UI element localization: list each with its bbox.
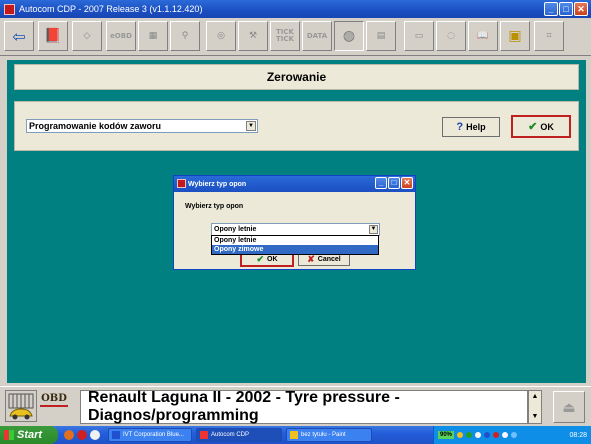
quick-launch-browser-icon[interactable] xyxy=(77,430,87,440)
vehicle-info: Renault Laguna II - 2002 - Tyre pressure… xyxy=(80,389,528,424)
paint-icon xyxy=(290,431,298,439)
app-icon xyxy=(4,3,15,15)
system-tray: 90% 08:28 xyxy=(433,426,591,444)
bluetooth-icon xyxy=(112,431,120,439)
window-title: Autocom CDP - 2007 Release 3 (v1.1.12.42… xyxy=(19,4,203,14)
help-button[interactable]: ? Help xyxy=(442,117,500,137)
cd-icon[interactable]: ◌ xyxy=(436,21,466,51)
start-label: Start xyxy=(17,429,43,441)
network-icon[interactable] xyxy=(502,432,509,438)
quick-launch xyxy=(64,430,100,440)
manual-icon[interactable]: 📖 xyxy=(468,21,498,51)
dialog-maximize-button[interactable]: □ xyxy=(388,177,400,189)
taskbar: Start IVT Corporation Blue... Autocom CD… xyxy=(0,426,591,444)
wrench-icon[interactable]: ⚒ xyxy=(238,21,268,51)
ok-button[interactable]: ✔ OK xyxy=(511,115,571,138)
glasses-icon[interactable]: ⌗ xyxy=(534,21,564,51)
obd-logo: OBD xyxy=(40,393,68,407)
task-ivt-bluetooth[interactable]: IVT Corporation Blue... xyxy=(108,428,192,442)
keypad-icon[interactable]: ▤ xyxy=(366,21,396,51)
dialog-minimize-button[interactable]: _ xyxy=(375,177,387,189)
window-title-bar[interactable]: Autocom CDP - 2007 Release 3 (v1.1.12.42… xyxy=(0,0,591,18)
book-icon[interactable]: 📕 xyxy=(38,21,68,51)
dialog-app-icon xyxy=(177,179,186,188)
combo-dropdown-arrow-icon[interactable]: ▼ xyxy=(246,121,256,131)
controls-panel: Programowanie kodów zaworu ▼ ? Help ✔ OK xyxy=(14,101,579,151)
help-icon: ? xyxy=(456,121,464,133)
dialog-check-icon: ✔ xyxy=(256,253,265,264)
dialog-title-bar[interactable]: Wybierz typ opon _ □ ✕ xyxy=(174,176,415,192)
dialog-prompt: Wybierz typ opon xyxy=(185,203,244,210)
tyre-type-dialog: Wybierz typ opon _ □ ✕ Wybierz typ opon … xyxy=(173,175,416,270)
function-header: Zerowanie xyxy=(14,64,579,90)
dialog-ok-label: OK xyxy=(267,255,278,263)
function-combo-value: Programowanie kodów zaworu xyxy=(29,121,162,131)
volume-icon[interactable] xyxy=(511,432,518,438)
function-title: Zerowanie xyxy=(266,70,327,84)
check-icon: ✔ xyxy=(528,121,538,133)
dialog-cancel-label: Cancel xyxy=(317,255,341,263)
quick-launch-app-icon[interactable] xyxy=(64,430,74,440)
bluetooth-tray-icon[interactable] xyxy=(484,432,491,438)
eobd-icon[interactable]: eOBD xyxy=(106,21,136,51)
ok-button-label: OK xyxy=(540,121,554,132)
task-label: Autocom CDP xyxy=(211,432,250,438)
stamp-icon[interactable]: ⚲ xyxy=(170,21,200,51)
scroll-up-icon[interactable]: ▲ xyxy=(529,391,541,403)
print-stamp-icon[interactable]: ⏏ xyxy=(553,391,585,423)
vehicle-text: Renault Laguna II - 2002 - Tyre pressure… xyxy=(88,389,400,424)
tray-icon[interactable] xyxy=(493,432,500,438)
task-label: bez tytułu - Paint xyxy=(301,432,346,438)
tyre-type-dropdown-list: Opony letnie Opony zimowe xyxy=(211,235,379,255)
clock: 08:28 xyxy=(569,431,587,439)
maximize-button[interactable]: □ xyxy=(559,2,573,16)
vehicle-scroll[interactable]: ▲ ▼ xyxy=(528,390,542,424)
tire-icon[interactable]: ◍ xyxy=(334,21,364,51)
autocom-icon xyxy=(200,431,208,439)
dialog-close-button[interactable]: ✕ xyxy=(401,177,413,189)
scroll-down-icon[interactable]: ▼ xyxy=(529,411,541,423)
task-autocom[interactable]: Autocom CDP xyxy=(196,428,282,442)
main-toolbar: ⇦ 📕 ◇ eOBD ▦ ⚲ ◎ ⚒ TICK TICK DATA ◍ ▤ ▭ … xyxy=(0,18,591,56)
option-opony-zimowe[interactable]: Opony zimowe xyxy=(212,245,378,254)
ecu-icon[interactable]: ▦ xyxy=(138,21,168,51)
task-label: IVT Corporation Blue... xyxy=(123,432,184,438)
windows-flag-icon xyxy=(4,430,14,440)
dialog-title: Wybierz typ opon xyxy=(188,180,247,188)
tray-icon[interactable] xyxy=(475,432,482,438)
tyre-type-combo-value: Opony letnie xyxy=(214,226,257,233)
task-paint[interactable]: bez tytułu - Paint xyxy=(286,428,372,442)
tyre-combo-arrow-icon[interactable]: ▼ xyxy=(369,225,378,234)
tick-tick-icon[interactable]: TICK TICK xyxy=(270,21,300,51)
start-button[interactable]: Start xyxy=(0,426,58,444)
disc-icon[interactable]: ◎ xyxy=(206,21,236,51)
car-logo-icon xyxy=(5,390,37,422)
quick-launch-desktop-icon[interactable] xyxy=(90,430,100,440)
battery-percent[interactable]: 90% xyxy=(438,431,455,439)
back-arrow-icon[interactable]: ⇦ xyxy=(4,21,34,51)
function-combo[interactable]: Programowanie kodów zaworu ▼ xyxy=(26,119,258,133)
help-button-label: Help xyxy=(466,122,486,132)
close-button[interactable]: ✕ xyxy=(574,2,588,16)
data-icon[interactable]: DATA xyxy=(302,21,332,51)
chip-icon[interactable]: ▣ xyxy=(500,21,530,51)
tray-icon[interactable] xyxy=(466,432,473,438)
tray-icon[interactable] xyxy=(457,432,464,438)
save-icon[interactable]: ▭ xyxy=(404,21,434,51)
eraser-icon[interactable]: ◇ xyxy=(72,21,102,51)
minimize-button[interactable]: _ xyxy=(544,2,558,16)
cancel-x-icon: ✘ xyxy=(307,253,315,264)
option-opony-letnie[interactable]: Opony letnie xyxy=(212,236,378,245)
